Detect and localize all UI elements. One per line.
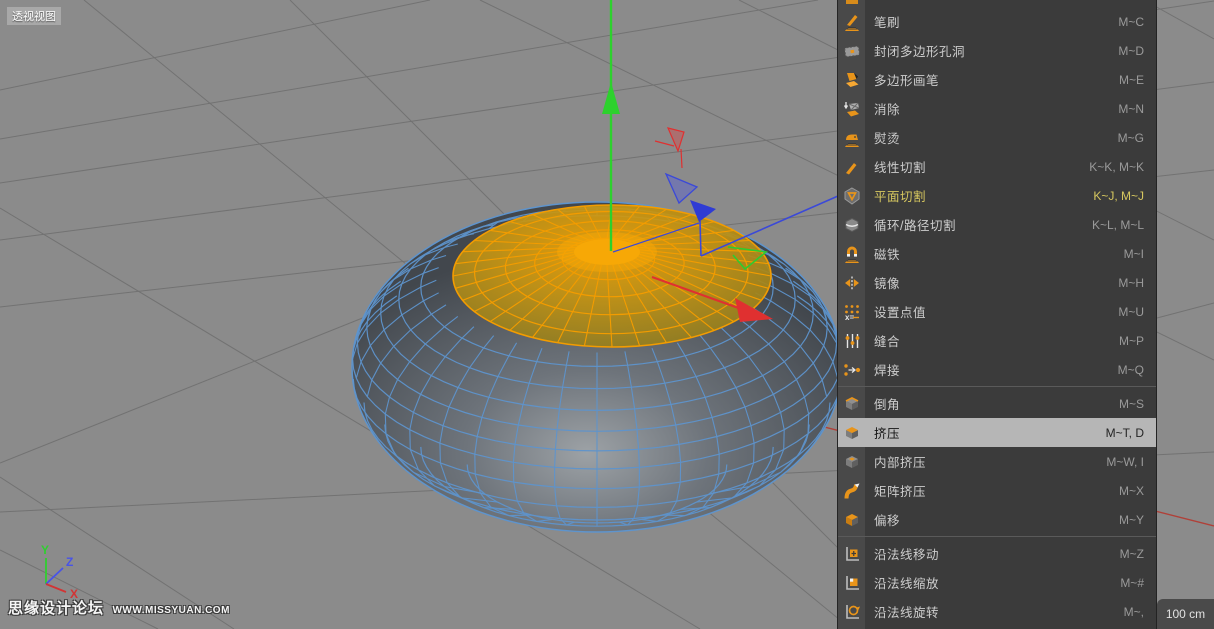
- matrix-extrude-icon: [838, 481, 865, 501]
- menu-item-extrude[interactable]: 挤压M~T, D: [838, 418, 1156, 447]
- menu-item-label: 挤压: [865, 423, 1106, 442]
- menu-item-shortcut: M~S: [1119, 397, 1156, 411]
- menu-item-iron[interactable]: 熨烫M~G: [838, 123, 1156, 152]
- menu-item-shortcut: M~H: [1118, 276, 1156, 290]
- extrude-icon: [838, 423, 865, 443]
- menu-item-shortcut: M~U: [1118, 305, 1156, 319]
- menu-clipped-top-row: [838, 0, 1156, 7]
- menu-item-set-point-value[interactable]: x=设置点值M~U: [838, 297, 1156, 326]
- menu-item-label: 磁铁: [865, 244, 1124, 263]
- set-point-value-icon: x=: [838, 302, 865, 322]
- plane-cut-icon: [838, 186, 865, 206]
- menu-item-shortcut: M~X: [1119, 484, 1156, 498]
- menu-item-normal-move[interactable]: 沿法线移动M~Z: [838, 539, 1156, 568]
- menu-item-shortcut: M~Y: [1119, 513, 1156, 527]
- menu-item-label: 矩阵挤压: [865, 481, 1119, 500]
- menu-item-label: 沿法线移动: [865, 544, 1120, 563]
- menu-item-shortcut: M~T, D: [1106, 426, 1156, 440]
- menu-item-label: 焊接: [865, 360, 1118, 379]
- magnet-icon: [838, 244, 865, 264]
- scale-indicator: 100 cm: [1157, 599, 1214, 629]
- menu-item-label: 设置点值: [865, 302, 1118, 321]
- menu-item-shortcut: K~K, M~K: [1089, 160, 1156, 174]
- menu-item-close-polygon-hole[interactable]: 封闭多边形孔洞M~D: [838, 36, 1156, 65]
- menu-item-label: 缝合: [865, 331, 1119, 350]
- menu-item-shortcut: M~N: [1118, 102, 1156, 116]
- polygon-pen-icon: [838, 70, 865, 90]
- menu-item-mirror[interactable]: 镜像M~H: [838, 268, 1156, 297]
- sphere-object[interactable]: [352, 202, 842, 532]
- menu-item-label: 封闭多边形孔洞: [865, 41, 1118, 60]
- watermark-site-url: WWW.MISSYUAN.COM: [112, 605, 229, 616]
- menu-item-shortcut: M~#: [1120, 576, 1156, 590]
- menu-item-stitch[interactable]: 缝合M~P: [838, 326, 1156, 355]
- menu-item-label: 熨烫: [865, 128, 1118, 147]
- watermark-site-name: 思缘设计论坛: [8, 600, 104, 617]
- normal-move-icon: [838, 544, 865, 564]
- menu-item-shortcut: M~P: [1119, 334, 1156, 348]
- menu-item-label: 偏移: [865, 510, 1119, 529]
- menu-item-normal-rotate[interactable]: 沿法线旋转M~,: [838, 597, 1156, 626]
- normal-scale-icon: [838, 573, 865, 593]
- axis-y-label: Y: [41, 543, 49, 557]
- menu-item-label: 线性切割: [865, 157, 1089, 176]
- menu-item-label: 消除: [865, 99, 1118, 118]
- menu-item-shortcut: M~W, I: [1106, 455, 1156, 469]
- menu-item-magnet[interactable]: 磁铁M~I: [838, 239, 1156, 268]
- menu-item-label: 镜像: [865, 273, 1118, 292]
- menu-item-label: 沿法线旋转: [865, 602, 1124, 621]
- menu-item-dissolve[interactable]: 消除M~N: [838, 94, 1156, 123]
- clipped-icon: [846, 0, 858, 4]
- menu-item-inner-extrude[interactable]: 内部挤压M~W, I: [838, 447, 1156, 476]
- pole-selection-disc: [574, 239, 640, 265]
- menu-item-shortcut: K~J, M~J: [1093, 189, 1156, 203]
- menu-item-label: 内部挤压: [865, 452, 1106, 471]
- menu-item-line-cut[interactable]: 线性切割K~K, M~K: [838, 152, 1156, 181]
- watermark: 思缘设计论坛 WWW.MISSYUAN.COM: [8, 597, 230, 618]
- menu-item-label: 多边形画笔: [865, 70, 1119, 89]
- iron-icon: [838, 128, 865, 148]
- menu-item-shortcut: M~C: [1118, 15, 1156, 29]
- menu-item-shortcut: M~Q: [1118, 363, 1156, 377]
- menu-item-shortcut: M~D: [1118, 44, 1156, 58]
- dissolve-icon: [838, 99, 865, 119]
- inner-extrude-icon: [838, 452, 865, 472]
- menu-item-shortcut: M~I: [1124, 247, 1156, 261]
- mirror-icon: [838, 273, 865, 293]
- bevel-icon: [838, 394, 865, 414]
- menu-item-brush[interactable]: 笔刷M~C: [838, 7, 1156, 36]
- menu-item-weld[interactable]: 焊接M~Q: [838, 355, 1156, 384]
- close-polygon-hole-icon: [838, 41, 865, 61]
- menu-item-label: 循环/路径切割: [865, 215, 1092, 234]
- stitch-icon: [838, 331, 865, 351]
- context-menu: 笔刷M~C封闭多边形孔洞M~D多边形画笔M~E消除M~N熨烫M~G线性切割K~K…: [837, 0, 1157, 629]
- menu-item-label: 笔刷: [865, 12, 1118, 31]
- weld-icon: [838, 360, 865, 380]
- menu-item-plane-cut[interactable]: 平面切割K~J, M~J: [838, 181, 1156, 210]
- view-mode-label[interactable]: 透视视图: [7, 7, 61, 25]
- line-cut-icon: [838, 157, 865, 177]
- menu-item-label: 平面切割: [865, 186, 1093, 205]
- menu-item-normal-scale[interactable]: 沿法线缩放M~#: [838, 568, 1156, 597]
- menu-item-shortcut: M~,: [1124, 605, 1156, 619]
- menu-item-bevel[interactable]: 倒角M~S: [838, 389, 1156, 418]
- offset-icon: [838, 510, 865, 530]
- loop-path-cut-icon: [838, 215, 865, 235]
- menu-item-shortcut: M~Z: [1120, 547, 1156, 561]
- normal-rotate-icon: [838, 602, 865, 622]
- menu-item-polygon-pen[interactable]: 多边形画笔M~E: [838, 65, 1156, 94]
- menu-item-shortcut: M~G: [1118, 131, 1156, 145]
- menu-item-shortcut: M~E: [1119, 73, 1156, 87]
- axis-z-label: Z: [66, 555, 73, 569]
- menu-item-offset[interactable]: 偏移M~Y: [838, 505, 1156, 534]
- menu-item-loop-path-cut[interactable]: 循环/路径切割K~L, M~L: [838, 210, 1156, 239]
- menu-item-shortcut: K~L, M~L: [1092, 218, 1156, 232]
- menu-item-label: 倒角: [865, 394, 1119, 413]
- menu-item-matrix-extrude[interactable]: 矩阵挤压M~X: [838, 476, 1156, 505]
- menu-item-label: 沿法线缩放: [865, 573, 1120, 592]
- brush-icon: [838, 12, 865, 32]
